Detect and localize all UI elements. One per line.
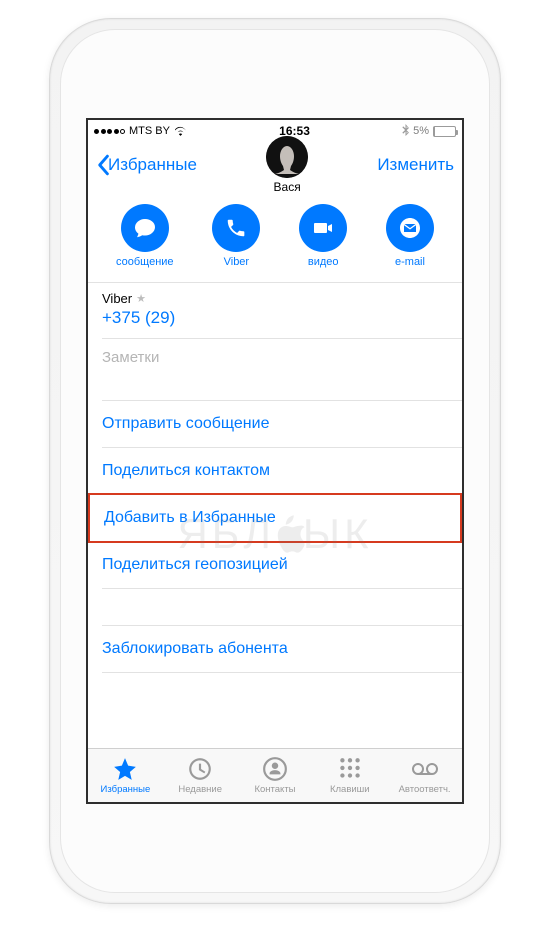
phone-field[interactable]: Viber ★ +375 (29) — [88, 283, 462, 338]
viber-label: Viber — [224, 256, 249, 268]
add-to-favorites-row[interactable]: Добавить в Избранные — [90, 495, 460, 541]
battery-icon — [433, 126, 456, 137]
tab-contacts[interactable]: Контакты — [238, 749, 313, 802]
tab-voicemail-label: Автоответч. — [399, 784, 451, 795]
wifi-icon — [174, 126, 187, 136]
star-icon: ★ — [136, 292, 146, 305]
tab-contacts-label: Контакты — [254, 784, 295, 795]
tab-voicemail[interactable]: Автоответч. — [387, 749, 462, 802]
video-button[interactable]: видео — [299, 204, 347, 268]
viber-call-button[interactable]: Viber — [212, 204, 260, 268]
email-button[interactable]: e-mail — [386, 204, 434, 268]
back-label: Избранные — [108, 155, 197, 175]
edit-button[interactable]: Изменить — [377, 155, 454, 175]
message-label: сообщение — [116, 256, 174, 268]
back-button[interactable]: Избранные — [96, 154, 197, 176]
email-label: e-mail — [395, 256, 425, 268]
contact-avatar[interactable] — [266, 136, 308, 178]
tab-recents-label: Недавние — [178, 784, 222, 795]
tab-favorites-label: Избранные — [101, 784, 151, 795]
contact-details: Viber ★ +375 (29) Заметки Отправить сооб… — [88, 283, 462, 748]
nav-bar: Избранные Вася Изменить — [88, 142, 462, 188]
contact-actions: сообщение Viber видео e-mail — [88, 188, 462, 282]
tab-favorites[interactable]: Избранные — [88, 749, 163, 802]
share-contact-row[interactable]: Поделиться контактом — [88, 448, 462, 494]
bluetooth-icon — [402, 124, 409, 139]
phone-type-label: Viber — [102, 291, 132, 306]
phone-frame: MTS BY 16:53 5% — [49, 18, 501, 904]
tab-bar: Избранные Недавние Контакты Клавиши Авто… — [88, 748, 462, 802]
tab-keypad[interactable]: Клавиши — [312, 749, 387, 802]
video-label: видео — [308, 256, 339, 268]
tab-keypad-label: Клавиши — [330, 784, 370, 795]
carrier-label: MTS BY — [129, 125, 170, 137]
notes-field[interactable]: Заметки — [88, 339, 462, 400]
message-button[interactable]: сообщение — [116, 204, 174, 268]
share-location-row[interactable]: Поделиться геопозицией — [88, 542, 462, 588]
send-message-row[interactable]: Отправить сообщение — [88, 401, 462, 447]
battery-percent: 5% — [413, 125, 429, 137]
phone-number: +375 (29) — [102, 308, 448, 328]
block-contact-row[interactable]: Заблокировать абонента — [88, 626, 462, 672]
screen: MTS BY 16:53 5% — [86, 118, 464, 804]
signal-strength-icon — [94, 129, 125, 134]
tab-recents[interactable]: Недавние — [163, 749, 238, 802]
